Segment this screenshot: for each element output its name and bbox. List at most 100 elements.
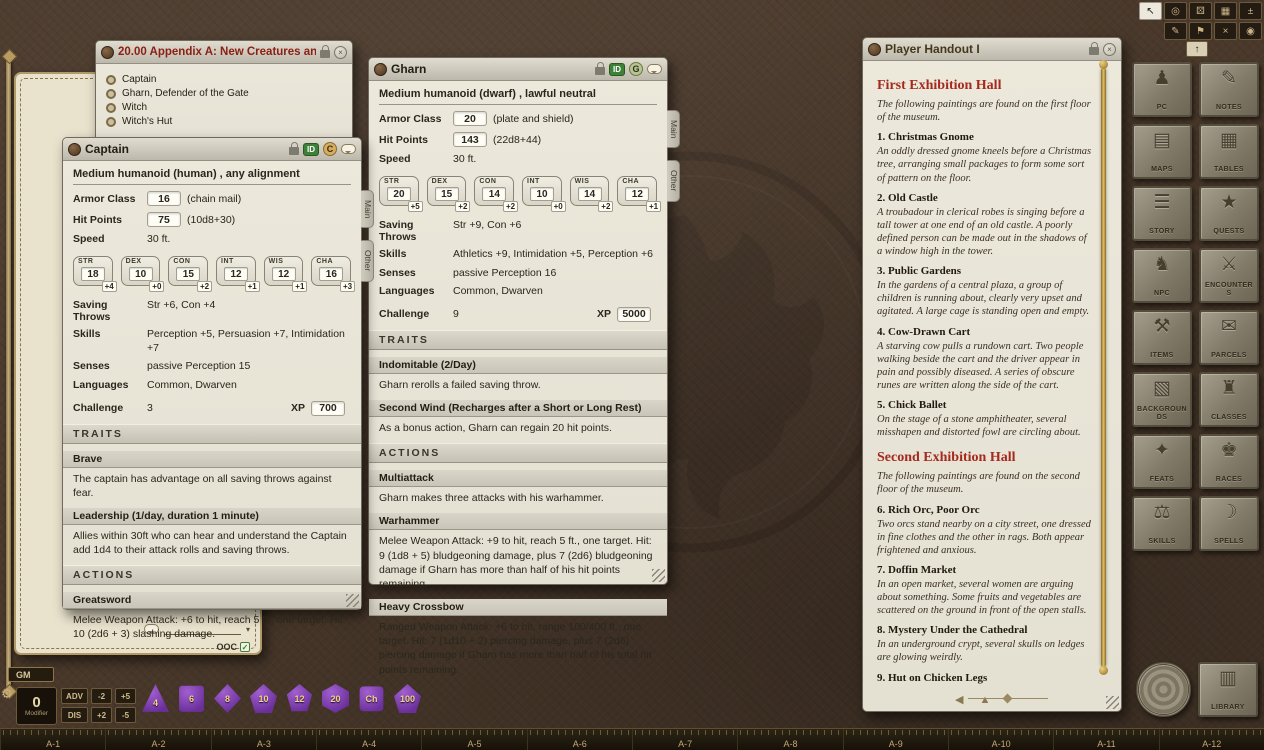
armor-class-value[interactable]: 20	[453, 111, 487, 126]
sidebar-button[interactable]: ▤ MAPS	[1132, 124, 1192, 179]
ability-score-box[interactable]: STR 20 +5	[379, 176, 419, 206]
id-badge[interactable]: ID	[303, 143, 319, 156]
ability-score-box[interactable]: WIS 12 +1	[264, 256, 304, 286]
window-tab[interactable]: Other	[667, 160, 680, 201]
sidebar-button[interactable]: ♞ NPC	[1132, 248, 1192, 303]
target-tool-button[interactable]: ◎	[1164, 2, 1187, 20]
lock-icon[interactable]	[1089, 47, 1099, 55]
window-tab[interactable]: Other	[361, 240, 374, 281]
lock-icon[interactable]	[320, 50, 330, 58]
lock-icon[interactable]	[595, 67, 605, 75]
id-badge[interactable]: ID	[609, 63, 625, 76]
sidebar-button[interactable]: ♜ CLASSES	[1199, 372, 1259, 427]
modifier-button[interactable]: -2	[91, 688, 112, 704]
xp-value[interactable]: 5000	[617, 307, 651, 322]
chat-bubble-icon[interactable]	[647, 64, 662, 74]
ability-score-box[interactable]: CHA 16 +3	[311, 256, 351, 286]
ability-score-box[interactable]: CHA 12 +1	[617, 176, 657, 206]
ability-score-box[interactable]: WIS 14 +2	[570, 176, 610, 206]
sidebar-button[interactable]: ☰ STORY	[1132, 186, 1192, 241]
ooc-check-icon[interactable]: ✓	[240, 642, 250, 652]
ability-score-box[interactable]: INT 10 +0	[522, 176, 562, 206]
die[interactable]: 10	[250, 684, 277, 713]
sidebar-button[interactable]: ⚖ SKILLS	[1132, 496, 1192, 551]
sidebar-button[interactable]: ♚ RACES	[1199, 434, 1259, 489]
modifier-tool-button[interactable]: ±	[1239, 2, 1262, 20]
armor-class-value[interactable]: 16	[147, 191, 181, 206]
sidebar-button[interactable]: ✉ PARCELS	[1199, 310, 1259, 365]
hotkey-slot[interactable]: A-9	[843, 729, 948, 750]
appendix-entry[interactable]: Witch	[106, 102, 342, 113]
hotkey-slot[interactable]: A-7	[632, 729, 737, 750]
die[interactable]: 8	[214, 684, 241, 713]
window-tab[interactable]: Main	[361, 190, 374, 228]
draw-tool-button[interactable]: ✎	[1164, 22, 1187, 40]
modifier-button[interactable]: -5	[115, 707, 136, 723]
sidebar-button[interactable]: ⚒ ITEMS	[1132, 310, 1192, 365]
sidebar-button[interactable]: ▦ TABLES	[1199, 124, 1259, 179]
panel-arrow-button[interactable]: ↑	[1186, 41, 1208, 57]
sidebar-button[interactable]: ★ QUESTS	[1199, 186, 1259, 241]
hotkey-slot[interactable]: A-11	[1053, 729, 1158, 750]
ability-score-box[interactable]: DEX 10 +0	[121, 256, 161, 286]
xp-value[interactable]: 700	[311, 401, 345, 416]
modifier-box[interactable]: 0 Modifier	[16, 687, 57, 725]
ability-score-box[interactable]: DEX 15 +2	[427, 176, 467, 206]
lock-icon[interactable]	[289, 147, 299, 155]
appendix-entry[interactable]: Gharn, Defender of the Gate	[106, 88, 342, 99]
hotkey-slot[interactable]: A-2	[105, 729, 210, 750]
radial-menu-button[interactable]: ◉	[1239, 22, 1262, 40]
modifier-button[interactable]: DIS	[61, 707, 88, 723]
die[interactable]: 100	[394, 684, 421, 713]
hotkey-slot[interactable]: A-10	[948, 729, 1053, 750]
select-tool-button[interactable]: ↖	[1139, 2, 1162, 20]
scroll-up-button[interactable]: ▲	[979, 693, 990, 707]
sidebar-button[interactable]: ✦ FEATS	[1132, 434, 1192, 489]
ability-score-box[interactable]: STR 18 +4	[73, 256, 113, 286]
appendix-entry[interactable]: Captain	[106, 74, 342, 85]
modifier-button[interactable]: +2	[91, 707, 112, 723]
window-tab[interactable]: Main	[667, 110, 680, 148]
ooc-label[interactable]: OOC	[216, 642, 237, 652]
sidebar-button[interactable]: ☽ SPELLS	[1199, 496, 1259, 551]
die[interactable]: 6	[178, 684, 205, 713]
hit-points-value[interactable]: 143	[453, 132, 487, 147]
modifier-button[interactable]: +5	[115, 688, 136, 704]
modifier-button[interactable]: ADV	[61, 688, 88, 704]
dice-tower-button[interactable]: ⚄	[1189, 2, 1212, 20]
hit-points-value[interactable]: 75	[147, 212, 181, 227]
hotkey-slot[interactable]: A-3	[211, 729, 316, 750]
hotkey-slot[interactable]: A-8	[737, 729, 842, 750]
die[interactable]: 12	[286, 684, 313, 713]
hotkey-slot[interactable]: A-4	[316, 729, 421, 750]
ability-score-box[interactable]: CON 15 +2	[168, 256, 208, 286]
sidebar-button[interactable]: ♟ PC	[1132, 62, 1192, 117]
library-button[interactable]: ▥ LIBRARY	[1198, 662, 1258, 717]
ability-score-box[interactable]: CON 14 +2	[474, 176, 514, 206]
sidebar-button[interactable]: ▧ BACKGROUNDS	[1132, 372, 1192, 427]
sidebar-button[interactable]: ⚔ ENCOUNTERS	[1199, 248, 1259, 303]
scrollbar[interactable]	[1101, 68, 1106, 667]
grid-tool-button[interactable]: ▦	[1214, 2, 1237, 20]
token-icon[interactable]: G	[629, 62, 643, 76]
tokens-button[interactable]	[1136, 662, 1191, 717]
pointer-tool-button[interactable]: ⚑	[1189, 22, 1212, 40]
die[interactable]: 4	[142, 684, 169, 713]
die[interactable]: 20	[322, 684, 349, 713]
page-back-button[interactable]: ◀	[955, 693, 963, 707]
die[interactable]: Ch	[358, 684, 385, 713]
hotkey-slot[interactable]: A-6	[527, 729, 632, 750]
erase-tool-button[interactable]: ×	[1214, 22, 1237, 40]
token-icon[interactable]: C	[323, 142, 337, 156]
chat-bubble-icon[interactable]	[341, 144, 356, 154]
ability-score-box[interactable]: INT 12 +1	[216, 256, 256, 286]
sidebar-button[interactable]: ✎ NOTES	[1199, 62, 1259, 117]
hotkey-slot[interactable]: A-12	[1159, 729, 1264, 750]
close-button[interactable]: ×	[1103, 43, 1116, 56]
appendix-entry[interactable]: Witch's Hut	[106, 116, 342, 127]
xp-label: XP	[597, 308, 611, 320]
hotkey-slot[interactable]: A-5	[421, 729, 526, 750]
hotkey-slot[interactable]: A-1	[0, 729, 105, 750]
close-button[interactable]: ×	[334, 46, 347, 59]
settings-gear-icon[interactable]: ⚙	[1, 686, 13, 702]
